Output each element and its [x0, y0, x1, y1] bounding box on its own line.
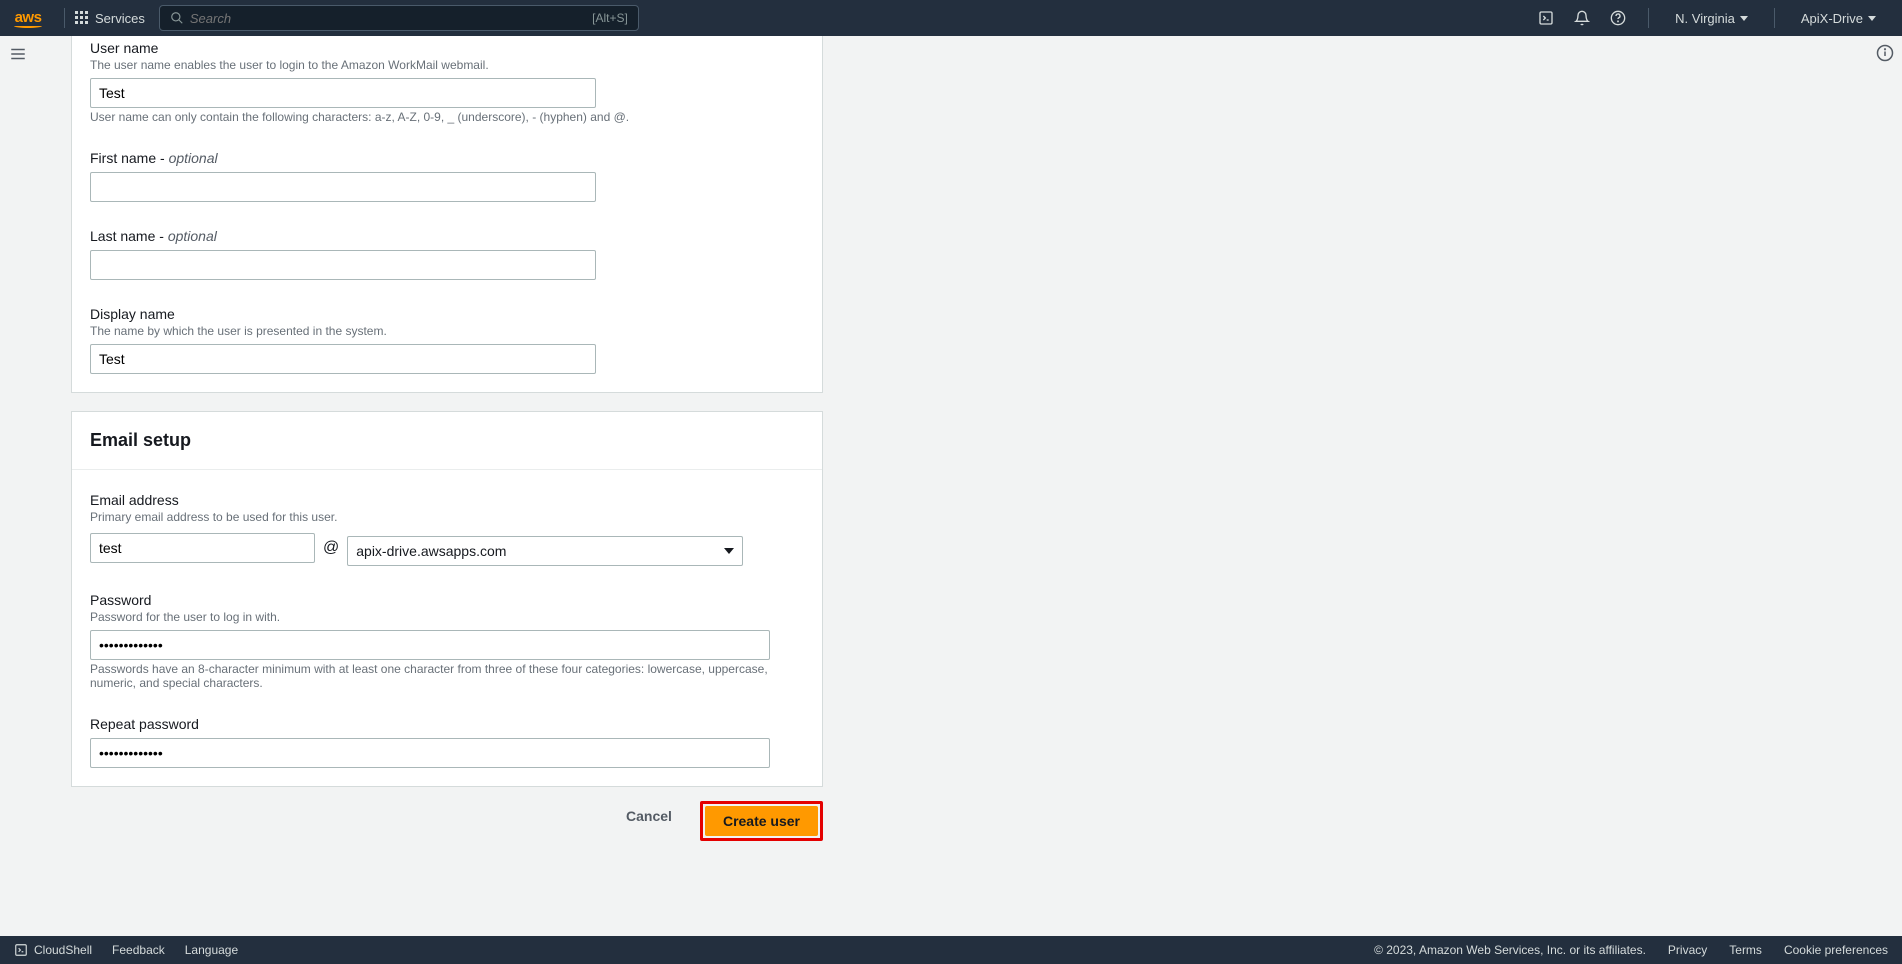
divider	[1648, 8, 1649, 28]
firstname-label: First name - optional	[90, 150, 804, 166]
services-menu-button[interactable]: Services	[75, 11, 145, 26]
user-details-panel: User name The user name enables the user…	[71, 36, 823, 393]
search-input[interactable]	[190, 11, 592, 26]
firstname-field: First name - optional	[90, 146, 804, 202]
cloudshell-icon[interactable]	[1530, 2, 1562, 34]
caret-down-icon	[1740, 16, 1748, 21]
privacy-link[interactable]: Privacy	[1668, 943, 1707, 957]
info-panel-toggle[interactable]	[1876, 44, 1894, 62]
sidebar-toggle[interactable]	[0, 36, 36, 72]
email-at-symbol: @	[323, 539, 339, 557]
cloudshell-button[interactable]: CloudShell	[14, 943, 92, 957]
password-label: Password	[90, 592, 804, 608]
highlight-annotation: Create user	[700, 801, 823, 841]
displayname-help: The name by which the user is presented …	[90, 324, 804, 338]
create-user-button[interactable]: Create user	[705, 806, 818, 836]
email-domain-value: apix-drive.awsapps.com	[356, 543, 506, 559]
repeat-password-input[interactable]	[90, 738, 770, 768]
grid-icon	[75, 11, 89, 25]
notifications-icon[interactable]	[1566, 2, 1598, 34]
lastname-label: Last name - optional	[90, 228, 804, 244]
email-setup-title: Email setup	[90, 430, 804, 451]
email-domain-select[interactable]: apix-drive.awsapps.com	[347, 536, 743, 566]
form-actions: Cancel Create user	[71, 787, 823, 841]
email-field: Email address Primary email address to b…	[90, 488, 804, 566]
email-label: Email address	[90, 492, 804, 508]
repeat-password-field: Repeat password	[90, 712, 804, 768]
username-field: User name The user name enables the user…	[90, 36, 804, 124]
footer: CloudShell Feedback Language © 2023, Ama…	[0, 936, 1902, 964]
password-constraint: Passwords have an 8-character minimum wi…	[90, 662, 804, 690]
password-field: Password Password for the user to log in…	[90, 588, 804, 690]
password-help: Password for the user to log in with.	[90, 610, 804, 624]
search-icon	[170, 11, 184, 25]
cancel-button[interactable]: Cancel	[608, 801, 690, 831]
copyright-text: © 2023, Amazon Web Services, Inc. or its…	[1374, 943, 1646, 957]
search-bar[interactable]: [Alt+S]	[159, 5, 639, 31]
services-label: Services	[95, 11, 145, 26]
username-help: The user name enables the user to login …	[90, 58, 804, 72]
caret-down-icon	[1868, 16, 1876, 21]
email-help: Primary email address to be used for thi…	[90, 510, 804, 524]
divider	[1774, 8, 1775, 28]
repeat-password-label: Repeat password	[90, 716, 804, 732]
email-setup-panel: Email setup Email address Primary email …	[71, 411, 823, 787]
lastname-field: Last name - optional	[90, 224, 804, 280]
caret-down-icon	[724, 548, 734, 554]
terms-link[interactable]: Terms	[1729, 943, 1762, 957]
username-label: User name	[90, 40, 804, 56]
account-menu[interactable]: ApiX-Drive	[1789, 11, 1888, 26]
displayname-input[interactable]	[90, 344, 596, 374]
cloudshell-label: CloudShell	[34, 943, 92, 957]
help-icon[interactable]	[1602, 2, 1634, 34]
divider	[64, 8, 65, 28]
aws-logo[interactable]: aws	[14, 9, 42, 28]
password-input[interactable]	[90, 630, 770, 660]
displayname-field: Display name The name by which the user …	[90, 302, 804, 374]
main-content: User name The user name enables the user…	[36, 36, 1866, 936]
top-nav: aws Services [Alt+S] N. Virginia ApiX-Dr…	[0, 0, 1902, 36]
feedback-link[interactable]: Feedback	[112, 943, 165, 957]
account-label: ApiX-Drive	[1801, 11, 1863, 26]
search-shortcut: [Alt+S]	[592, 11, 628, 25]
email-local-input[interactable]	[90, 533, 315, 563]
lastname-input[interactable]	[90, 250, 596, 280]
cookie-preferences-link[interactable]: Cookie preferences	[1784, 943, 1888, 957]
region-selector[interactable]: N. Virginia	[1663, 11, 1760, 26]
displayname-label: Display name	[90, 306, 804, 322]
region-label: N. Virginia	[1675, 11, 1735, 26]
username-input[interactable]	[90, 78, 596, 108]
username-constraint: User name can only contain the following…	[90, 110, 804, 124]
language-link[interactable]: Language	[185, 943, 238, 957]
firstname-input[interactable]	[90, 172, 596, 202]
